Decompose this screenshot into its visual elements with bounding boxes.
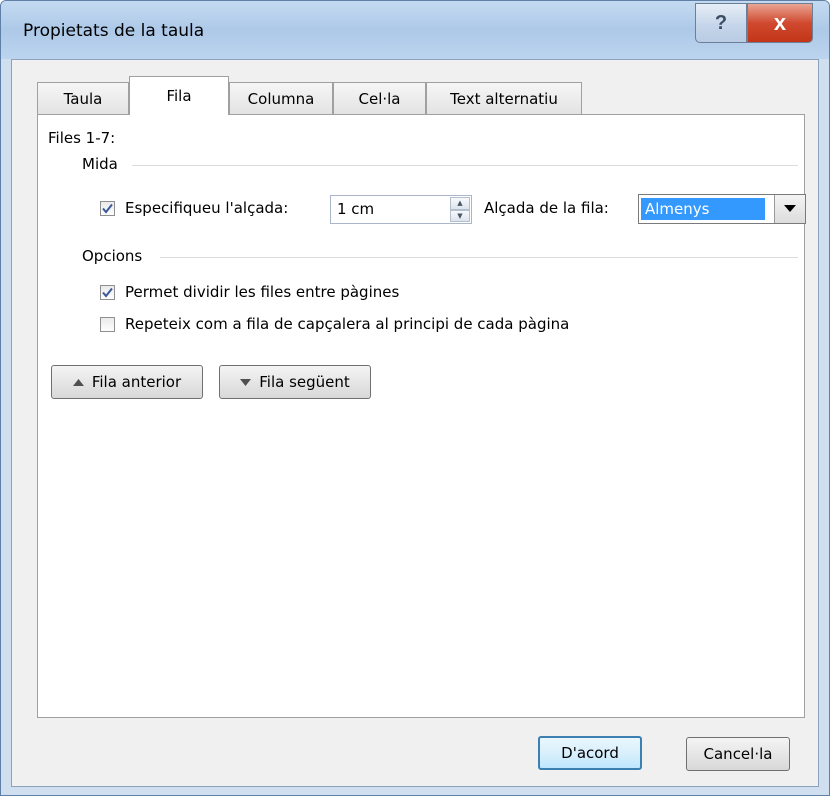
next-row-label: Fila següent: [259, 373, 350, 391]
height-spinner: ▲ ▼: [450, 197, 470, 222]
options-section-divider: [160, 257, 798, 258]
triangle-down-icon: [240, 378, 252, 386]
dropdown-arrow-icon[interactable]: [774, 195, 805, 223]
allow-row-break-checkbox[interactable]: [100, 285, 115, 300]
size-section-divider: [132, 165, 798, 166]
row-height-label: Alçada de la fila:: [484, 199, 609, 217]
spin-up-icon[interactable]: ▲: [450, 197, 470, 210]
next-row-button[interactable]: Fila següent: [219, 365, 371, 399]
tab-fila[interactable]: Fila: [129, 76, 229, 115]
size-section-label: Mida: [82, 155, 118, 173]
row-height-selected-value: Almenys: [641, 198, 765, 220]
triangle-up-icon: [72, 378, 84, 386]
tab-cella[interactable]: Cel·la: [333, 82, 426, 114]
dialog-client-area: Taula Fila Columna Cel·la Text alternati…: [11, 59, 819, 787]
ok-button[interactable]: D'acord: [538, 736, 642, 770]
close-icon: x: [773, 10, 787, 35]
tab-label: Text alternatiu: [450, 89, 558, 108]
help-button[interactable]: ?: [695, 3, 747, 43]
row-height-dropdown[interactable]: Almenys: [638, 194, 806, 224]
repeat-header-row-label: Repeteix com a fila de capçalera al prin…: [125, 315, 570, 333]
rows-heading: Files 1-7:: [48, 129, 116, 147]
previous-row-label: Fila anterior: [91, 373, 182, 391]
ok-button-label: D'acord: [561, 744, 619, 762]
tab-columna[interactable]: Columna: [229, 82, 333, 114]
check-icon: [102, 203, 113, 214]
specify-height-label: Especifiqueu l'alçada:: [125, 199, 289, 217]
tab-label: Taula: [63, 89, 103, 108]
spin-down-icon[interactable]: ▼: [450, 209, 470, 222]
table-properties-dialog: Propietats de la taula ? x Taula Fila Co…: [0, 0, 830, 796]
tab-taula[interactable]: Taula: [37, 82, 129, 114]
window-title: Propietats de la taula: [23, 21, 205, 41]
previous-row-button[interactable]: Fila anterior: [51, 365, 203, 399]
options-section-label: Opcions: [82, 247, 143, 265]
cancel-button[interactable]: Cancel·la: [686, 737, 790, 771]
tab-text-alternatiu[interactable]: Text alternatiu: [426, 82, 582, 114]
row-tab-panel: Files 1-7: Mida Especifiqueu l'alçada: ▲…: [37, 114, 806, 718]
height-input-box: ▲ ▼: [330, 195, 472, 224]
title-bar: Propietats de la taula ? x: [1, 1, 829, 59]
check-icon: [102, 287, 113, 298]
repeat-header-row-checkbox[interactable]: [100, 317, 115, 332]
tab-label: Cel·la: [358, 89, 401, 108]
help-icon: ?: [714, 11, 728, 34]
close-button[interactable]: x: [747, 3, 813, 43]
cancel-button-label: Cancel·la: [703, 745, 773, 763]
tab-label: Columna: [247, 89, 315, 108]
allow-row-break-label: Permet dividir les files entre pàgines: [125, 283, 400, 301]
specify-height-checkbox[interactable]: [100, 201, 115, 216]
height-value-input[interactable]: [331, 196, 427, 221]
tab-label: Fila: [166, 87, 192, 105]
